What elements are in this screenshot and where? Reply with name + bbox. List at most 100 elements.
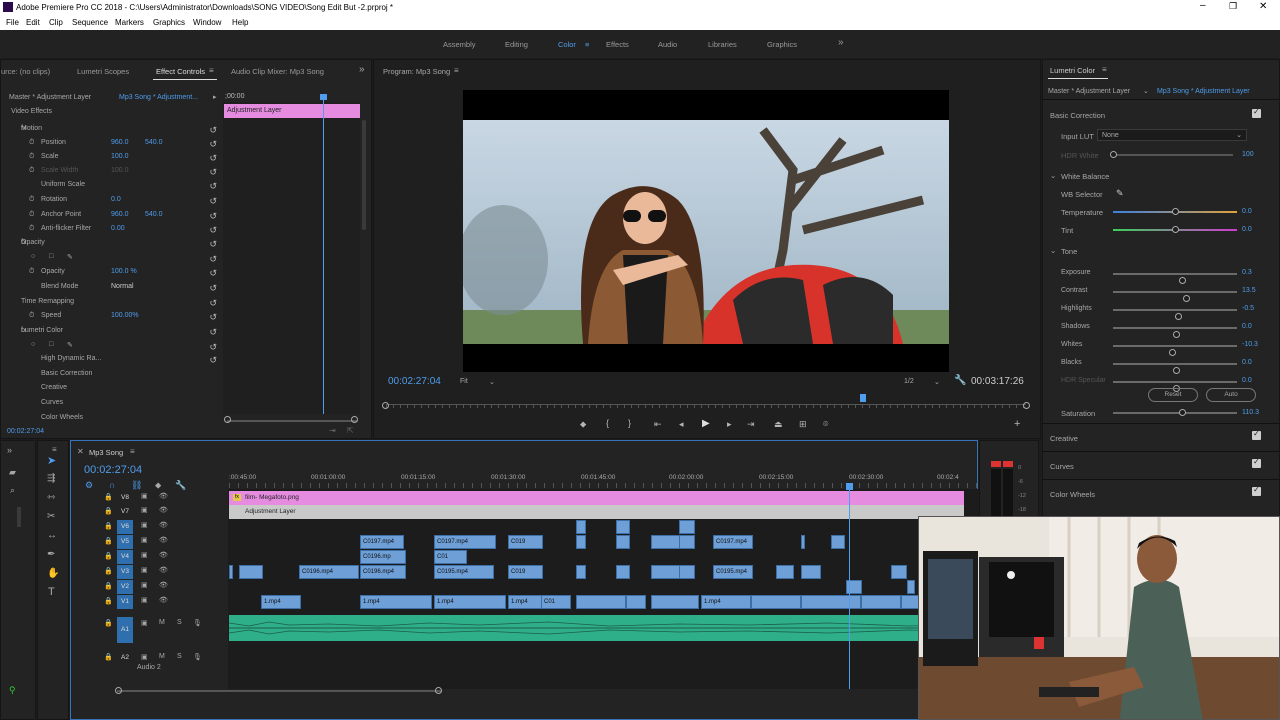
lumetri-clip[interactable]: Mp3 Song * Adjustment Layer (1157, 88, 1250, 95)
timeline-clip[interactable] (616, 520, 630, 534)
ec-row-label[interactable]: Anti-flicker Filter (41, 225, 91, 232)
toggle-sync-icon[interactable]: ▣ (141, 596, 148, 604)
input-lut-select[interactable]: None ⌄ (1097, 129, 1247, 141)
solo-button[interactable]: S (177, 619, 182, 626)
basic-correction-checkbox[interactable] (1252, 107, 1261, 118)
reset-button[interactable]: Reset (1148, 388, 1198, 402)
mute-button[interactable]: M (159, 653, 165, 660)
ec-row-value-1[interactable]: 100.0 (111, 153, 129, 160)
ec-row-value-1[interactable]: Normal (111, 283, 134, 290)
track-target-v5[interactable]: V5 (117, 535, 133, 549)
reset-icon[interactable]: ↺ (209, 225, 217, 236)
lock-icon[interactable]: 🔒 (104, 537, 113, 545)
lumetri-master[interactable]: Master * Adjustment Layer (1048, 88, 1130, 95)
track-target-a2[interactable]: A2 (117, 651, 133, 665)
razor-tool-icon[interactable]: ✂ (47, 511, 55, 522)
timeline-clip[interactable] (679, 565, 695, 579)
search-icon[interactable]: ⌕ (10, 485, 15, 496)
reset-icon[interactable]: ↺ (209, 125, 217, 136)
left-tab-3[interactable]: Audio Clip Mixer: Mp3 Song (231, 67, 324, 76)
timeline-clip[interactable] (626, 595, 646, 609)
toggle-sync-icon[interactable]: ▣ (141, 521, 148, 529)
ec-row-label[interactable]: Color Wheels (41, 414, 83, 421)
eye-icon[interactable]: 👁 (159, 521, 168, 529)
ec-row-value-2[interactable]: 540.0 (145, 139, 163, 146)
more-workspaces-icon[interactable]: » (838, 37, 844, 48)
maximize-icon[interactable]: ❐ (1229, 1, 1237, 12)
timeline-clip[interactable] (616, 535, 630, 549)
timeline-settings-icon[interactable]: 🔧 (175, 480, 186, 491)
tint-value[interactable]: 0.0 (1242, 226, 1252, 233)
timeline-timecode[interactable]: 00:02:27:04 (84, 464, 142, 476)
tone-value[interactable]: 0.0 (1242, 377, 1252, 384)
folder-icon[interactable]: ▰ (9, 467, 16, 478)
tone-slider[interactable] (1113, 327, 1237, 338)
menu-sequence[interactable]: Sequence (72, 18, 108, 27)
timeline-clip[interactable]: C0196.mp4 (360, 565, 406, 579)
go-to-in-icon[interactable]: ⇤ (654, 419, 662, 430)
stopwatch-icon[interactable]: ⏱ (29, 153, 34, 161)
export-icon[interactable]: ⇱ (347, 426, 354, 435)
timeline-clip[interactable]: C0195.mp4 (434, 565, 494, 579)
timeline-clip[interactable] (576, 520, 586, 534)
tone-value[interactable]: -10.3 (1242, 341, 1258, 348)
workspace-tab-graphics[interactable]: Graphics (767, 40, 797, 49)
timeline-clip[interactable]: C01 (434, 550, 467, 564)
timeline-clip[interactable] (861, 595, 901, 609)
extract-icon[interactable]: ⊞ (799, 419, 807, 430)
timeline-clip[interactable] (801, 565, 821, 579)
reset-icon[interactable]: ↺ (209, 268, 217, 279)
ec-row-label[interactable]: Lumetri Color (21, 327, 63, 334)
timeline-clip[interactable]: C0196.mp (360, 550, 406, 564)
tone-slider[interactable] (1113, 291, 1237, 302)
tone-value[interactable]: 0.0 (1242, 323, 1252, 330)
stopwatch-icon[interactable]: ⏱ (29, 312, 34, 320)
eye-icon[interactable]: 👁 (159, 492, 168, 500)
audio-waveform-a1[interactable] (229, 615, 979, 641)
stopwatch-icon[interactable]: ⏱ (29, 211, 34, 219)
ec-row-value-1[interactable]: 0.0 (111, 196, 121, 203)
timeline-clip[interactable] (576, 535, 586, 549)
workspace-menu-icon[interactable]: ≡ (585, 40, 589, 49)
track-target-v8[interactable]: V8 (117, 491, 133, 505)
reset-icon[interactable]: ↺ (209, 254, 217, 265)
tone-slider[interactable] (1113, 363, 1237, 374)
ec-row-label[interactable]: Scale Width (41, 167, 78, 174)
ec-row-label[interactable]: Creative (41, 384, 67, 391)
reset-icon[interactable]: ↺ (209, 283, 217, 294)
timeline-zoom-scroll[interactable] (117, 690, 441, 692)
play-clip-icon[interactable]: ▸ (213, 93, 217, 101)
timeline-clip[interactable] (801, 595, 861, 609)
menu-clip[interactable]: Clip (49, 18, 63, 27)
tone-value[interactable]: 13.5 (1242, 287, 1256, 294)
ec-row-value-1[interactable]: 100.00% (111, 312, 139, 319)
track-target-v6[interactable]: V6 (117, 520, 133, 534)
tone-slider[interactable] (1113, 345, 1237, 356)
reset-icon[interactable]: ↺ (209, 239, 217, 250)
ripple-edit-tool-icon[interactable]: ⇿ (47, 492, 55, 503)
tone-slider[interactable] (1113, 381, 1237, 392)
ec-row-label[interactable]: Time Remapping (21, 298, 74, 305)
program-playhead[interactable] (860, 394, 866, 402)
reset-icon[interactable]: ↺ (209, 181, 217, 192)
pen-mask-icon[interactable]: ✎ (67, 341, 73, 349)
eyedropper-icon[interactable]: ✎ (1116, 188, 1124, 199)
ec-row-label[interactable]: Opacity (41, 268, 65, 275)
ec-timecode[interactable]: 00:02:27:04 (7, 428, 44, 435)
stopwatch-icon[interactable]: ⏱ (29, 225, 34, 233)
wrench-icon[interactable]: 🔧 (954, 375, 966, 386)
lock-icon[interactable]: 🔒 (104, 582, 113, 590)
track-target-v4[interactable]: V4 (117, 550, 133, 564)
timeline-clip[interactable]: C0195.mp4 (713, 565, 753, 579)
ruler-ticks[interactable] (229, 483, 979, 488)
scrubber-left-handle[interactable] (382, 402, 389, 409)
clip-label[interactable]: Mp3 Song * Adjustment... (119, 94, 198, 101)
toggle-sync-icon[interactable]: ▣ (141, 653, 148, 661)
timeline-clip[interactable]: C0197.mp4 (713, 535, 753, 549)
menu-graphics[interactable]: Graphics (153, 18, 185, 27)
more-panels-icon[interactable]: » (359, 64, 365, 75)
film-clip[interactable]: film- Megafoto.png fx (229, 491, 964, 505)
eye-icon[interactable]: 👁 (159, 506, 168, 514)
adjustment-clip[interactable]: Adjustment Layer (229, 505, 964, 519)
program-menu-icon[interactable]: ≡ (454, 66, 459, 75)
